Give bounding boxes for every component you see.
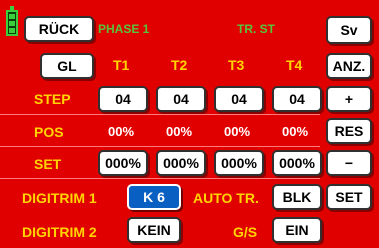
mode-label: TR. ST [237, 22, 275, 36]
pos-label: POS [34, 124, 64, 140]
minus-button[interactable]: − [326, 150, 372, 176]
gl-button[interactable]: GL [40, 53, 94, 79]
pos-t1-value: 00% [108, 124, 135, 139]
set-t3-field[interactable]: 000% [214, 150, 264, 176]
step-label: STEP [34, 91, 71, 107]
divider [0, 178, 320, 179]
step-t2-field[interactable]: 04 [156, 86, 206, 112]
gs-value-field[interactable]: EIN [272, 217, 322, 243]
step-t1-field[interactable]: 04 [98, 86, 148, 112]
res-button[interactable]: RES [326, 118, 372, 144]
set-button[interactable]: SET [326, 184, 372, 210]
step-t3-field[interactable]: 04 [214, 86, 264, 112]
set-t4-field[interactable]: 000% [272, 150, 322, 176]
divider [0, 114, 320, 115]
gs-label: G/S [233, 224, 258, 240]
divider [0, 146, 320, 147]
set-t1-field[interactable]: 000% [98, 150, 148, 176]
digitrim1-label: DIGITRIM 1 [22, 190, 97, 206]
t2-label: T2 [171, 57, 188, 73]
pos-t2-value: 00% [166, 124, 193, 139]
pos-t3-value: 00% [224, 124, 251, 139]
digitrim1-value-field[interactable]: K 6 [127, 184, 181, 210]
anz-button[interactable]: ANZ. [326, 53, 372, 79]
plus-button[interactable]: + [326, 86, 372, 112]
set-label: SET [34, 156, 62, 172]
save-button[interactable]: Sv [326, 16, 372, 44]
screen: RÜCK PHASE 1 TR. ST Sv GL T1 T2 T3 T4 AN… [0, 0, 379, 248]
digitrim2-value-field[interactable]: KEIN [127, 217, 181, 243]
t3-label: T3 [228, 57, 245, 73]
step-t4-field[interactable]: 04 [272, 86, 322, 112]
autotr-label: AUTO TR. [193, 190, 259, 206]
set-t2-field[interactable]: 000% [156, 150, 206, 176]
phase-label: PHASE 1 [98, 22, 150, 36]
pos-t4-value: 00% [282, 124, 309, 139]
autotr-value-field[interactable]: BLK [272, 184, 322, 210]
battery-icon [6, 6, 18, 36]
t1-label: T1 [113, 57, 130, 73]
t4-label: T4 [286, 57, 303, 73]
digitrim2-label: DIGITRIM 2 [22, 224, 97, 240]
back-button[interactable]: RÜCK [24, 16, 94, 42]
